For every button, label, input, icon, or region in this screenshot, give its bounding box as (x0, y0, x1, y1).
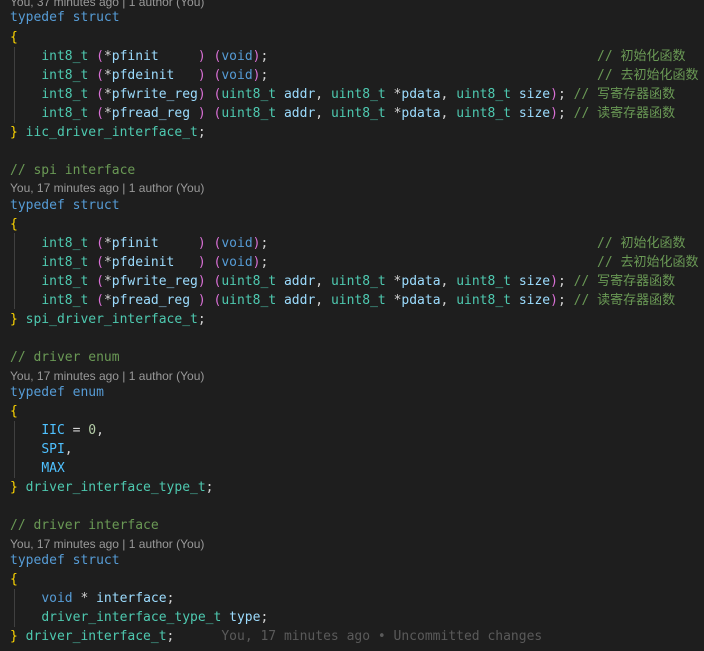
code-line: int8_t (*pfinit ) (void); // 初始化函数 (41, 236, 686, 251)
code-line: int8_t (*pfread_reg ) (uint8_t addr, uin… (41, 293, 676, 308)
code-line: driver_interface_type_t type; (41, 610, 269, 625)
code-line: SPI, (41, 442, 73, 457)
code-line: int8_t (*pfwrite_reg) (uint8_t addr, uin… (41, 274, 676, 289)
inline-blame: You, 17 minutes ago • Uncommitted change… (221, 629, 543, 644)
code-line: typedef struct (10, 553, 120, 568)
code-line: typedef enum (10, 385, 104, 400)
code-line: { (10, 404, 18, 419)
code-line: int8_t (*pfdeinit ) (void); // 去初始化函数 (41, 255, 699, 270)
code-lens-spi[interactable]: You, 17 minutes ago | 1 author (You) (10, 180, 204, 196)
code-line: int8_t (*pfread_reg ) (uint8_t addr, uin… (41, 106, 676, 121)
code-line: void * interface; (41, 591, 175, 606)
code-line: int8_t (*pfinit ) (void); // 初始化函数 (41, 49, 686, 64)
code-line: { (10, 572, 18, 587)
code-line: } spi_driver_interface_t; (10, 312, 206, 327)
code-editor[interactable]: You, 37 minutes ago | 1 author (You) typ… (0, 0, 704, 651)
code-line: // driver enum (10, 350, 120, 365)
code-line: IIC = 0, (41, 423, 104, 438)
code-line: // spi interface (10, 163, 136, 178)
code-line: typedef struct (10, 198, 120, 213)
code-line: // driver interface (10, 518, 159, 533)
code-line: MAX (41, 461, 65, 476)
code-lens-enum[interactable]: You, 17 minutes ago | 1 author (You) (10, 368, 204, 384)
code-line: int8_t (*pfdeinit ) (void); // 去初始化函数 (41, 68, 699, 83)
code-line: } driver_interface_type_t; (10, 480, 214, 495)
code-lens-driver[interactable]: You, 17 minutes ago | 1 author (You) (10, 536, 204, 552)
code-line: { (10, 30, 18, 45)
code-line: int8_t (*pfwrite_reg) (uint8_t addr, uin… (41, 87, 676, 102)
code-line: } driver_interface_t; You, 17 minutes ag… (10, 629, 543, 644)
code-line: } iic_driver_interface_t; (10, 125, 206, 140)
code-line: { (10, 217, 18, 232)
code-line: typedef struct (10, 10, 120, 25)
